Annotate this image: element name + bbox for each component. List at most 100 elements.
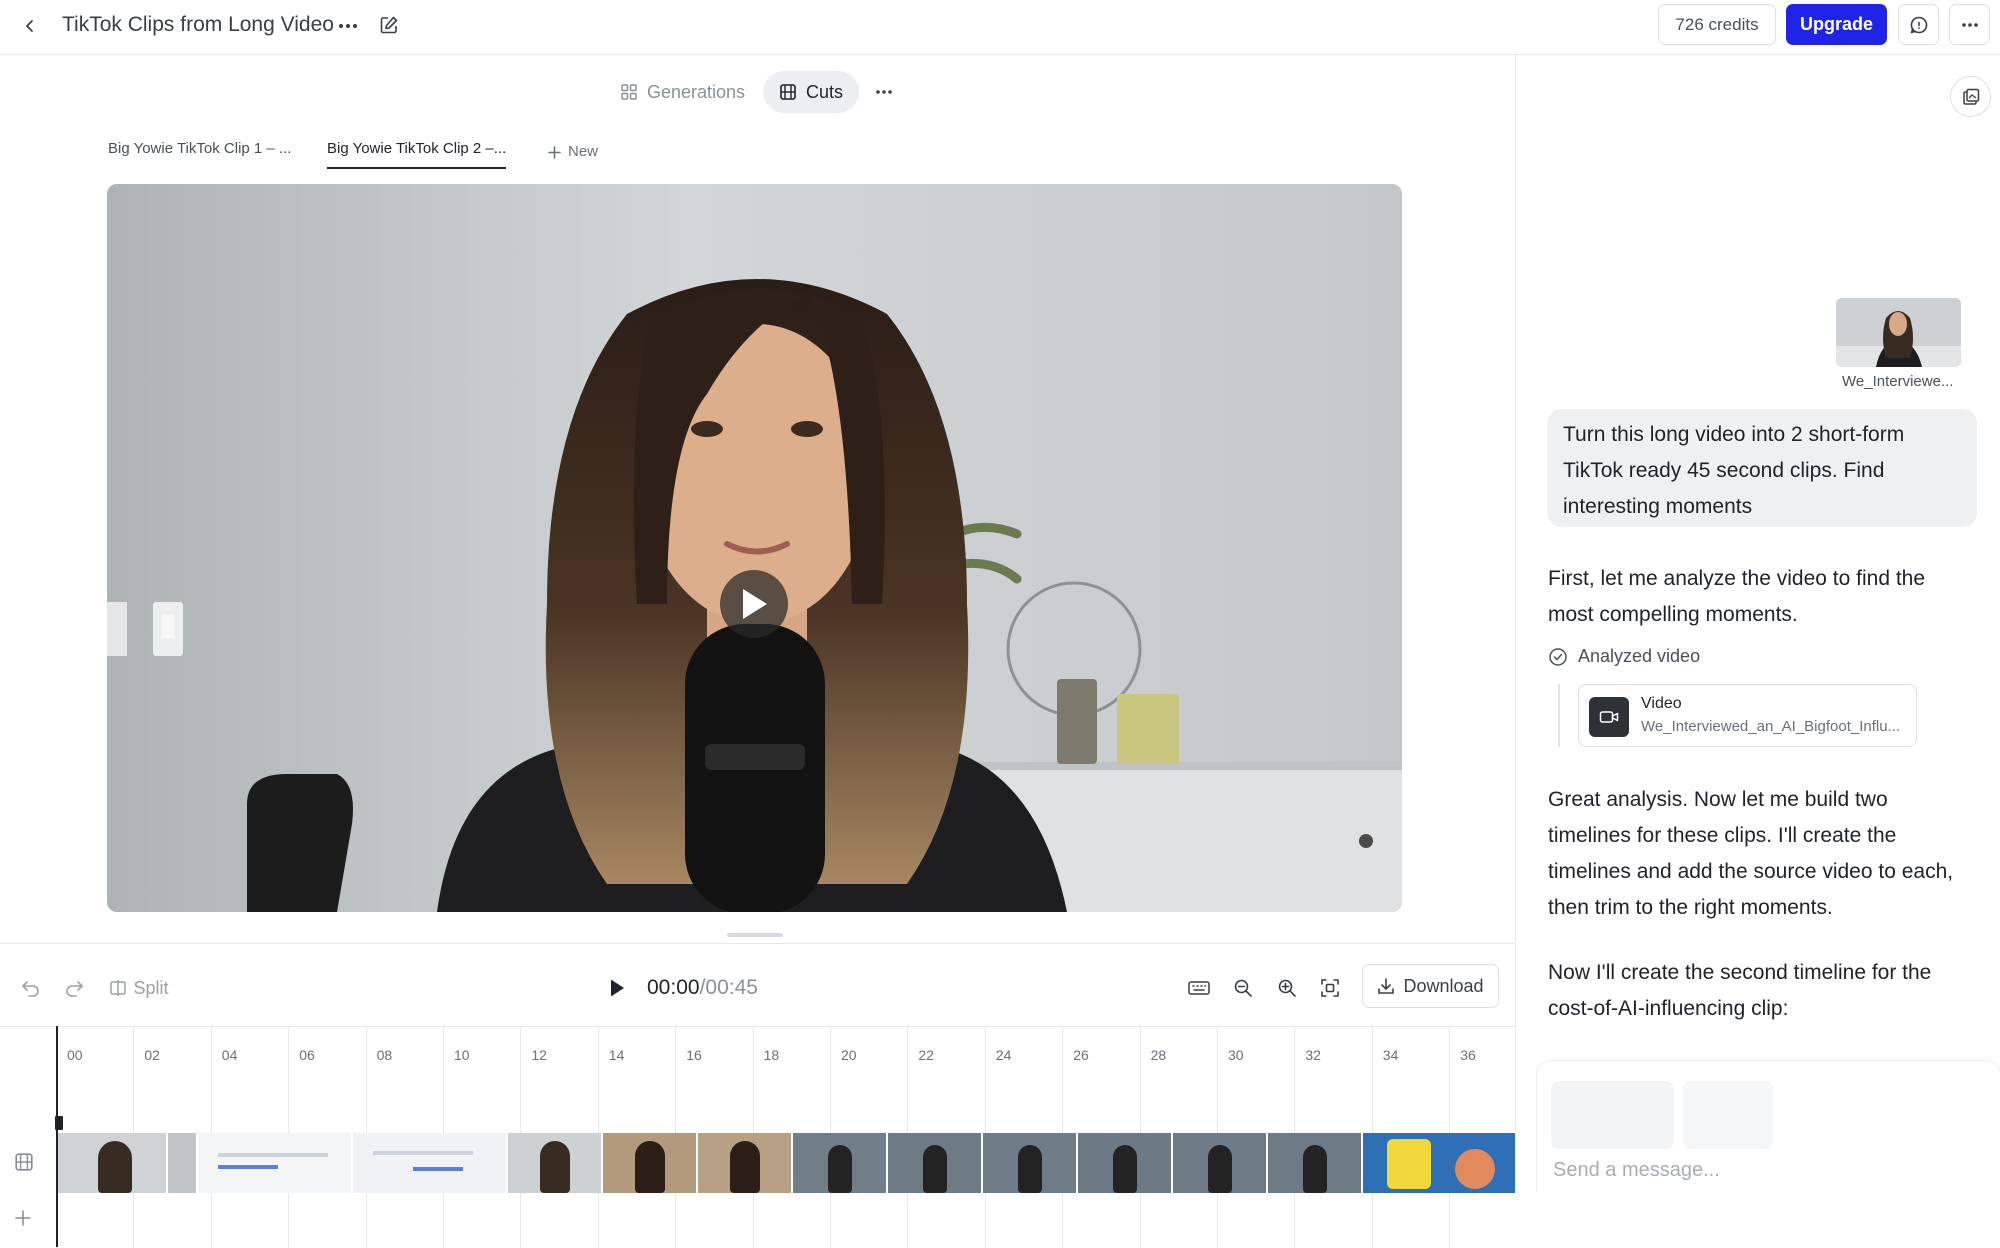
clip-thumbnail: [1268, 1133, 1363, 1193]
chat-icon: [1910, 16, 1927, 33]
clip-thumbnail: [198, 1133, 353, 1193]
editor-pane: Generations Cuts Big Yowie TikTok Clip 1…: [0, 55, 1515, 1248]
ruler-tick-label: 36: [1460, 1047, 1476, 1063]
video-clip-track[interactable]: [58, 1133, 1515, 1193]
clip-thumbnail: [698, 1133, 793, 1193]
ruler-tick-label: 00: [67, 1047, 83, 1063]
cuts-view-button[interactable]: Cuts: [763, 71, 859, 113]
user-message: Turn this long video into 2 short-form T…: [1547, 409, 1977, 527]
timeline-play-button[interactable]: [600, 970, 634, 1006]
video-frame-image: [107, 184, 1402, 912]
clip-thumbnail: [603, 1133, 698, 1193]
divider: [0, 943, 1515, 944]
composer-attachment-placeholder: [1683, 1081, 1773, 1149]
ruler-tick-label: 34: [1382, 1047, 1399, 1063]
redo-button[interactable]: [59, 970, 89, 1006]
download-label: Download: [1403, 975, 1484, 996]
tab-clip-2[interactable]: Big Yowie TikTok Clip 2 –...: [327, 135, 507, 169]
plus-icon: [548, 145, 561, 159]
back-icon: [26, 20, 33, 32]
download-icon: [1378, 978, 1395, 994]
grid-icon: [621, 84, 637, 100]
undo-icon: [22, 981, 39, 997]
title-more-button[interactable]: [332, 10, 364, 42]
clip-thumbnail: [983, 1133, 1078, 1193]
keyboard-shortcuts-button[interactable]: [1182, 970, 1216, 1006]
video-source-card[interactable]: Video We_Interviewed_an_AI_Bigfoot_Influ…: [1578, 684, 1917, 747]
ruler-tick-label: 08: [376, 1047, 393, 1063]
film-icon: [15, 1153, 33, 1171]
assistant-message: Now I'll create the second timeline for …: [1548, 961, 1932, 1020]
video-preview[interactable]: [107, 184, 1402, 912]
attachment-name: We_Interviewe...: [1842, 373, 1954, 390]
add-track-button[interactable]: [14, 1209, 36, 1231]
edit-title-button[interactable]: [372, 8, 406, 42]
download-button[interactable]: Download: [1362, 964, 1499, 1008]
generations-view-button[interactable]: Generations: [614, 71, 754, 113]
ruler-tick-label: 18: [763, 1047, 780, 1063]
check-circle-icon: [1549, 647, 1567, 666]
ruler-tick-label: 24: [995, 1047, 1012, 1063]
ruler-tick-label: 30: [1228, 1047, 1244, 1063]
new-tab-button[interactable]: New: [548, 135, 598, 169]
split-button[interactable]: Split: [106, 970, 172, 1006]
fit-timeline-button[interactable]: [1313, 970, 1347, 1006]
analyzed-label: Analyzed video: [1578, 646, 1701, 666]
edit-icon: [380, 16, 398, 34]
app-menu-button[interactable]: [1949, 4, 1990, 45]
ruler-tick-label: 16: [686, 1047, 702, 1063]
credits-button[interactable]: 726 credits: [1658, 4, 1776, 45]
analyzed-video-step[interactable]: Analyzed video: [1548, 646, 1700, 667]
ruler-tick-label: 04: [221, 1047, 238, 1063]
clip-thumbnail: [1363, 1133, 1515, 1193]
ruler-tick-label: 32: [1305, 1047, 1321, 1063]
attachment-thumbnail[interactable]: [1836, 298, 1961, 367]
upgrade-button[interactable]: Upgrade: [1786, 4, 1887, 45]
more-icon: [1961, 22, 1978, 27]
split-label: Split: [133, 977, 169, 998]
redo-icon: [66, 981, 83, 997]
play-icon: [743, 589, 767, 619]
playhead-handle[interactable]: [55, 1116, 63, 1130]
resize-handle[interactable]: [727, 933, 783, 937]
chat-pane: We_Interviewe... Turn this long video in…: [1515, 55, 2000, 1192]
composer-attachment-placeholder: [1551, 1081, 1674, 1149]
undo-button[interactable]: [16, 970, 46, 1006]
document-title[interactable]: TikTok Clips from Long Video: [62, 11, 334, 39]
zoom-out-button[interactable]: [1226, 970, 1260, 1006]
ruler-tick-label: 22: [918, 1047, 934, 1063]
zoom-in-button[interactable]: [1270, 970, 1304, 1006]
play-overlay-button[interactable]: [720, 570, 788, 638]
playhead[interactable]: [56, 1026, 58, 1247]
play-icon: [611, 979, 624, 997]
more-icon: [339, 24, 357, 28]
ruler-tick-label: 14: [608, 1047, 625, 1063]
media-panel-button[interactable]: [1950, 76, 1991, 117]
more-icon: [876, 90, 892, 94]
back-button[interactable]: [14, 10, 46, 42]
feedback-button[interactable]: [1898, 4, 1939, 45]
zoom-out-icon: [1234, 979, 1252, 997]
split-icon: [110, 980, 127, 996]
new-tab-label: New: [568, 143, 599, 160]
message-input[interactable]: [1553, 1159, 1983, 1182]
attachment-image: [1836, 298, 1961, 367]
clip-thumbnail: [888, 1133, 983, 1193]
message-composer: [1536, 1060, 2000, 1192]
video-track-button[interactable]: [14, 1152, 36, 1174]
clip-thumbnail: [168, 1133, 198, 1193]
plus-icon: [15, 1210, 31, 1226]
clip-thumbnail: [58, 1133, 168, 1193]
film-icon: [780, 84, 796, 100]
current-time: 00:00: [647, 976, 700, 999]
tab-clip-1[interactable]: Big Yowie TikTok Clip 1 – ...: [108, 135, 291, 169]
camera-icon: [1589, 697, 1629, 737]
clip-thumbnail: [1173, 1133, 1268, 1193]
fit-icon: [1321, 979, 1339, 997]
ruler-tick-label: 26: [1073, 1047, 1089, 1063]
clip-thumbnail: [353, 1133, 508, 1193]
generations-label: Generations: [647, 81, 746, 102]
clip-thumbnail: [1078, 1133, 1173, 1193]
view-more-button[interactable]: [868, 73, 900, 111]
panel-icon: [1962, 88, 1979, 105]
